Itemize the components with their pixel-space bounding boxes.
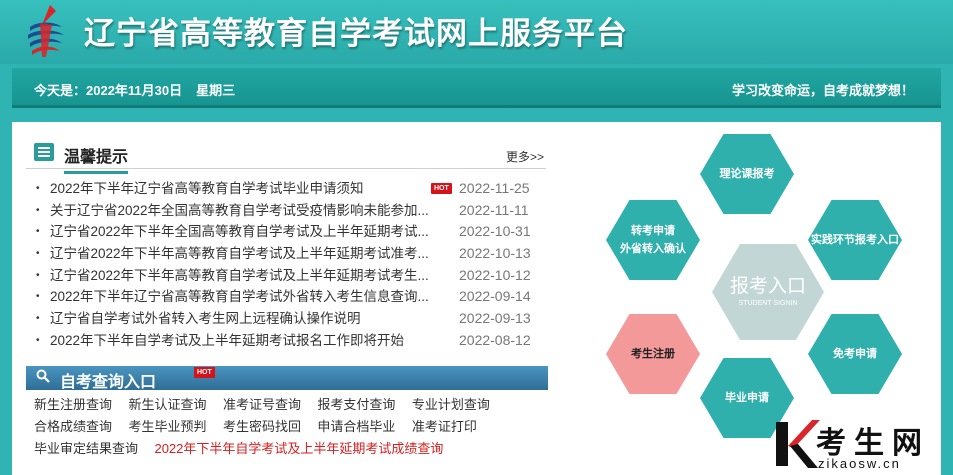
query-title: 自考查询入口 — [60, 374, 157, 391]
hex-center-title: 报考入口 — [729, 276, 806, 297]
news-title[interactable]: 辽宁省自学考试外省转入考生网上远程确认操作说明 — [50, 308, 361, 329]
hot-badge: HOT — [194, 367, 215, 378]
site-title: 辽宁省高等教育自学考试网上服务平台 — [84, 16, 628, 52]
current-date: 今天是：2022年11月30日 — [34, 83, 183, 98]
hex-center-subtitle: STUDENT SIGNIN — [738, 300, 798, 307]
hex-exemption[interactable]: 免考申请 — [808, 314, 902, 394]
news-item[interactable]: 辽宁省2022年下半年全国高等教育自学考试及上半年延期考试... 2022-10… — [32, 221, 552, 243]
news-title[interactable]: 辽宁省2022年下半年高等教育自学考试及上半年延期考试准考... — [50, 243, 429, 264]
query-link[interactable]: 考生密码找回 — [223, 416, 301, 438]
query-link[interactable]: 合格成绩查询 — [34, 416, 112, 438]
news-item[interactable]: 辽宁省2022年下半年高等教育自学考试及上半年延期考试准考... 2022-10… — [32, 243, 552, 265]
watermark: 考生网 zikaosw.cn — [772, 412, 953, 475]
query-link[interactable]: 新生注册查询 — [34, 394, 112, 416]
slogan: 学习改变命运，自考成就梦想！ — [731, 83, 914, 98]
news-title[interactable]: 2022年下半年辽宁省高等教育自学考试毕业申请须知 — [50, 178, 364, 199]
query-link[interactable]: 考生毕业预判 — [128, 416, 206, 438]
score-query-link[interactable]: 2022年下半年自学考试及上半年延期考试成绩查询 — [154, 438, 443, 460]
news-date: 2022-11-11 — [459, 201, 529, 218]
date-bar: 今天是：2022年11月30日 星期三 学习改变命运，自考成就梦想！ — [12, 68, 941, 108]
hex-label: 毕业申请 — [725, 392, 769, 404]
site-header: 辽宁省高等教育自学考试网上服务平台 — [0, 0, 953, 64]
watermark-url: zikaosw.cn — [818, 456, 901, 471]
news-title[interactable]: 2022年下半年辽宁省高等教育自学考试外省转入考生信息查询... — [50, 286, 429, 307]
news-date: 2022-09-13 — [459, 310, 531, 327]
date-display: 今天是：2022年11月30日 星期三 — [34, 80, 235, 99]
query-link[interactable]: 申请合档毕业 — [317, 416, 395, 438]
query-link[interactable]: 专业计划查询 — [412, 394, 490, 416]
news-title[interactable]: 关于辽宁省2022年全国高等教育自学考试受疫情影响未能参加... — [50, 200, 429, 221]
news-date: 2022-11-25 — [459, 180, 530, 196]
query-links: 新生注册查询 新生认证查询 准考证号查询 报考支付查询 专业计划查询 合格成绩查… — [34, 394, 554, 460]
search-icon — [36, 369, 50, 383]
query-link[interactable]: 准考证打印 — [412, 416, 477, 438]
news-date: 2022-09-14 — [459, 288, 531, 305]
query-row: 合格成绩查询 考生毕业预判 考生密码找回 申请合档毕业 准考证打印 — [34, 416, 554, 438]
hex-label: 转考申请 — [631, 225, 675, 237]
hex-practice-exam[interactable]: 实践环节报考入口 — [808, 200, 902, 280]
more-link[interactable]: 更多>> — [506, 148, 544, 165]
news-item[interactable]: 2022年下半年自学考试及上半年延期考试报名工作即将开始 2022-08-12 — [32, 330, 552, 352]
query-row: 毕业审定结果查询 2022年下半年自学考试及上半年延期考试成绩查询 — [34, 438, 554, 460]
query-row: 新生注册查询 新生认证查询 准考证号查询 报考支付查询 专业计划查询 — [34, 394, 554, 416]
news-date: 2022-10-31 — [459, 223, 531, 240]
news-item[interactable]: 辽宁省自学考试外省转入考生网上远程确认操作说明 2022-09-13 — [32, 308, 552, 330]
query-link[interactable]: 新生认证查询 — [128, 394, 206, 416]
notice-board-icon — [34, 143, 54, 161]
news-item[interactable]: 关于辽宁省2022年全国高等教育自学考试受疫情影响未能参加... 2022-11… — [32, 200, 552, 222]
news-date: 2022-08-12 — [459, 331, 531, 348]
news-list: 2022年下半年辽宁省高等教育自学考试毕业申请须知 HOT 2022-11-25… — [32, 178, 552, 352]
hex-label: 实践环节报考入口 — [811, 234, 899, 246]
hex-theory-exam[interactable]: 理论课报考 — [700, 134, 794, 214]
hex-label: 免考申请 — [833, 348, 877, 360]
query-header: 自考查询入口 HOT — [26, 366, 548, 391]
hex-label: 外省转入确认 — [620, 243, 686, 255]
query-link[interactable]: 准考证号查询 — [223, 394, 301, 416]
hex-signin-center[interactable]: 报考入口 STUDENT SIGNIN — [712, 244, 824, 340]
news-title[interactable]: 辽宁省2022年下半年高等教育自学考试及上半年延期考试考生... — [50, 265, 429, 286]
logo-icon — [28, 5, 64, 57]
hex-label: 考生注册 — [631, 348, 675, 360]
query-link[interactable]: 毕业审定结果查询 — [34, 438, 138, 460]
k-logo-icon — [776, 420, 820, 468]
hex-register[interactable]: 考生注册 — [606, 314, 700, 394]
news-item[interactable]: 2022年下半年辽宁省高等教育自学考试外省转入考生信息查询... 2022-09… — [32, 286, 552, 308]
news-title[interactable]: 辽宁省2022年下半年全国高等教育自学考试及上半年延期考试... — [50, 221, 429, 242]
news-date: 2022-10-13 — [459, 245, 531, 262]
notice-header: 温馨提示 更多>> — [26, 140, 546, 174]
hex-transfer[interactable]: 转考申请 外省转入确认 — [606, 200, 700, 280]
news-item[interactable]: 2022年下半年辽宁省高等教育自学考试毕业申请须知 HOT 2022-11-25 — [32, 178, 552, 200]
current-weekday: 星期三 — [196, 83, 236, 98]
news-date: 2022-10-12 — [459, 266, 531, 283]
notice-title: 温馨提示 — [64, 143, 129, 174]
query-link[interactable]: 报考支付查询 — [317, 394, 395, 416]
hot-badge: HOT — [431, 183, 452, 194]
hex-label: 理论课报考 — [719, 168, 775, 180]
news-item[interactable]: 辽宁省2022年下半年高等教育自学考试及上半年延期考试考生... 2022-10… — [32, 265, 552, 287]
news-title[interactable]: 2022年下半年自学考试及上半年延期考试报名工作即将开始 — [50, 330, 404, 351]
